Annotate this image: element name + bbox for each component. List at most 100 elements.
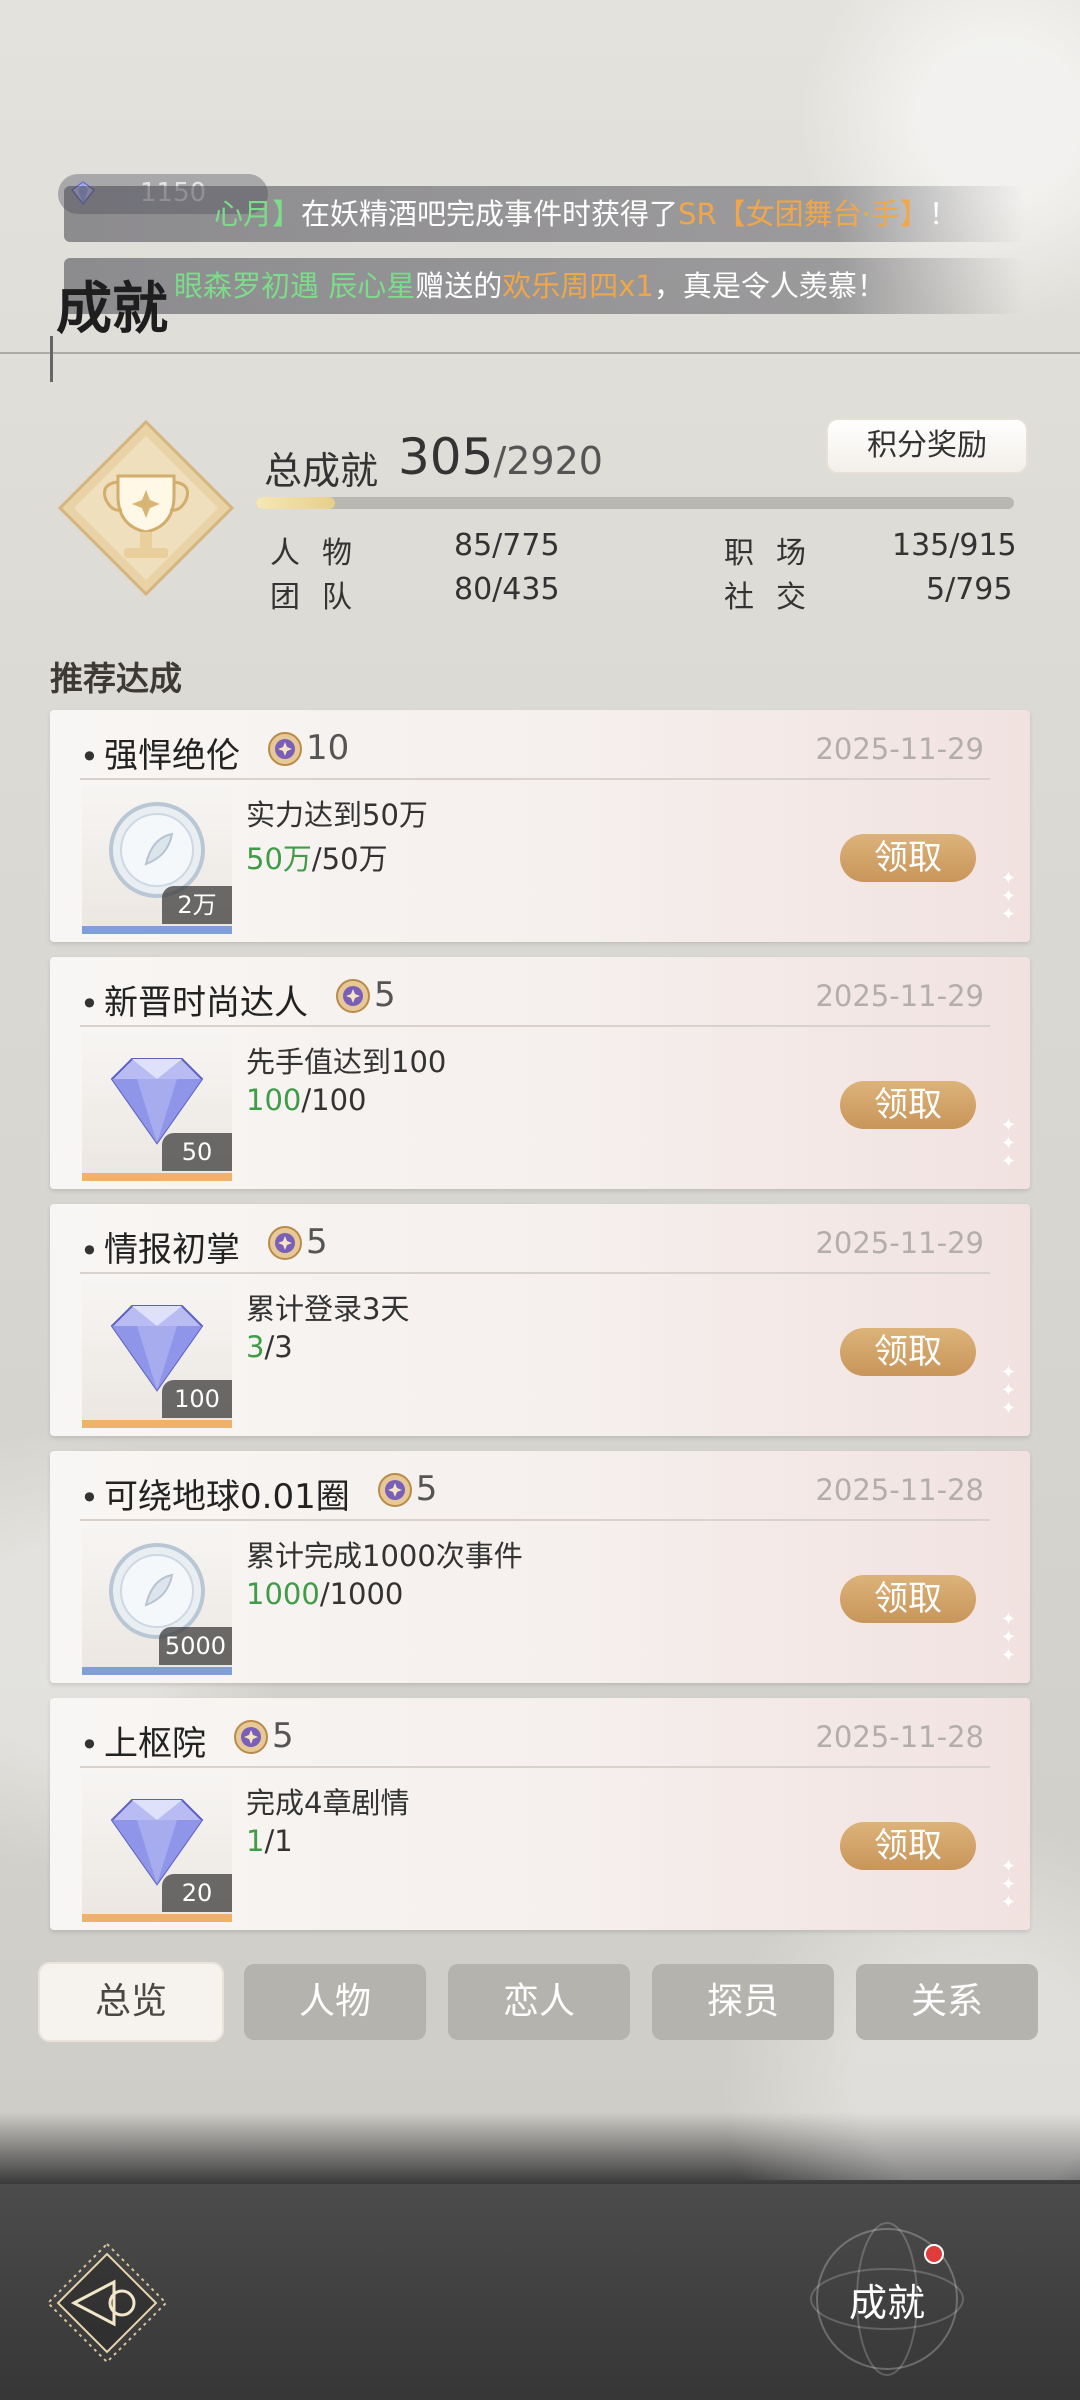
card-divider xyxy=(80,1519,990,1521)
reward-item: 5000 xyxy=(82,1525,232,1675)
achievement-description: 实力达到50万 xyxy=(246,798,428,832)
achievement-point-icon xyxy=(336,979,370,1013)
sparkle-decoration: ✦ ✦ ✦ xyxy=(1000,1115,1016,1172)
reward-item: 2万 xyxy=(82,784,232,934)
broadcast-ticker: 眼森罗初遇 辰心星赠送的欢乐周四x1，真是令人羡慕！ xyxy=(64,258,1024,314)
notification-dot xyxy=(924,2244,944,2264)
stat-value-workplace: 135/915 xyxy=(892,528,1017,563)
card-bullet: • xyxy=(80,1232,99,1270)
claim-button[interactable]: 领取 xyxy=(840,1822,976,1870)
achievement-card: • 强悍绝伦 10 2025-11-29 2万 实力达到50万 50万/50万 领取 ✦ ✦ ✦ xyxy=(50,710,1030,942)
reward-count: 20 xyxy=(162,1874,232,1912)
tab-lover[interactable]: 恋人 xyxy=(448,1964,630,2040)
achievement-date: 2025-11-29 xyxy=(815,979,984,1013)
ticker-player: 眼森罗初遇 辰心星 xyxy=(174,269,416,303)
header-divider xyxy=(0,352,1080,354)
ticker-suffix: ！ xyxy=(928,197,958,231)
rarity-stripe xyxy=(82,1667,232,1675)
sparkle-decoration: ✦ ✦ ✦ xyxy=(1000,868,1016,925)
broadcast-ticker: 心月】在妖精酒吧完成事件时获得了SR【女团舞台·手】！ xyxy=(64,186,1024,242)
progress-done: 50万 xyxy=(246,842,312,876)
achievement-name: 情报初掌 xyxy=(104,1230,240,1270)
total-achievement-label: 总成就 xyxy=(264,449,379,493)
achievement-progress: 50万/50万 xyxy=(246,836,388,878)
tab-overview[interactable]: 总览 xyxy=(40,1964,222,2040)
achievement-progress: 3/3 xyxy=(246,1330,293,1364)
achievement-card: • 情报初掌 5 2025-11-29 100 累计登录3天 3/3 领取 ✦ ✦ ✦ xyxy=(50,1204,1030,1436)
total-value: 305 xyxy=(398,428,494,486)
reward-count: 100 xyxy=(162,1380,232,1418)
card-divider xyxy=(80,1766,990,1768)
rarity-stripe xyxy=(82,1420,232,1428)
card-bullet: • xyxy=(80,1726,99,1764)
claim-button[interactable]: 领取 xyxy=(840,834,976,882)
achievement-card: • 新晋时尚达人 5 2025-11-29 50 先手值达到100 100/100 领取 ✦ ✦ ✦ xyxy=(50,957,1030,1189)
total-progress-fill xyxy=(256,497,335,509)
total-max: /2920 xyxy=(493,439,603,483)
card-divider xyxy=(80,1272,990,1274)
progress-done: 3 xyxy=(246,1330,265,1364)
tab-agent[interactable]: 探员 xyxy=(652,1964,834,2040)
ticker-suffix: ，真是令人羡慕！ xyxy=(653,269,886,303)
ticker-text: 赠送的 xyxy=(415,269,503,303)
achievement-nav-label: 成就 xyxy=(848,2281,925,2325)
card-bullet: • xyxy=(80,738,99,776)
achievement-points: 5 xyxy=(415,1469,438,1509)
achievement-progress: 1000/1000 xyxy=(246,1577,403,1611)
stat-value-person: 85/775 xyxy=(454,528,560,563)
achievement-date: 2025-11-29 xyxy=(815,1226,984,1260)
progress-total: /50万 xyxy=(311,842,388,876)
ticker-item: SR【女团舞台·手】 xyxy=(678,197,929,231)
total-progress-bar xyxy=(256,497,1014,509)
achievement-description: 累计完成1000次事件 xyxy=(246,1539,523,1573)
claim-button[interactable]: 领取 xyxy=(840,1575,976,1623)
tab-person[interactable]: 人物 xyxy=(244,1964,426,2040)
achievement-point-icon xyxy=(268,1226,302,1260)
stat-label-workplace: 职场 xyxy=(724,536,828,571)
achievement-point-icon xyxy=(234,1720,268,1754)
achievement-description: 完成4章剧情 xyxy=(246,1786,410,1820)
achievement-name: 上枢院 xyxy=(104,1724,206,1764)
ticker-player: 心月】 xyxy=(214,197,302,231)
progress-total: /3 xyxy=(264,1330,293,1364)
card-divider xyxy=(80,778,990,780)
page-title: 成就 xyxy=(56,277,168,342)
stat-label-team: 团队 xyxy=(270,580,374,615)
stat-value-social: 5/795 xyxy=(926,572,1013,607)
achievement-date: 2025-11-28 xyxy=(815,1720,984,1754)
progress-total: /1000 xyxy=(319,1577,404,1611)
back-button[interactable] xyxy=(44,2240,170,2366)
achievement-points: 5 xyxy=(306,1222,328,1262)
reward-item: 100 xyxy=(82,1278,232,1428)
progress-total: /1 xyxy=(264,1824,293,1858)
header-divider-tick xyxy=(50,336,53,382)
reward-item: 50 xyxy=(82,1031,232,1181)
achievement-description: 累计登录3天 xyxy=(246,1292,410,1326)
points-reward-button[interactable]: 积分奖励 xyxy=(826,418,1028,474)
reward-count: 5000 xyxy=(158,1627,232,1665)
achievement-date: 2025-11-28 xyxy=(815,1473,984,1507)
stat-label-person: 人物 xyxy=(270,536,374,571)
achievement-points: 10 xyxy=(306,728,350,768)
sparkle-decoration: ✦ ✦ ✦ xyxy=(1000,1609,1016,1666)
claim-button[interactable]: 领取 xyxy=(840,1081,976,1129)
stat-label-social: 社交 xyxy=(724,580,828,615)
achievement-name: 强悍绝伦 xyxy=(104,736,240,776)
achievement-description: 先手值达到100 xyxy=(246,1045,447,1079)
claim-button[interactable]: 领取 xyxy=(840,1328,976,1376)
rarity-stripe xyxy=(82,926,232,934)
achievement-point-icon xyxy=(268,732,302,766)
sparkle-decoration: ✦ ✦ ✦ xyxy=(1000,1856,1016,1913)
ticker-text: 在妖精酒吧完成事件时获得了 xyxy=(301,197,679,231)
progress-done: 1 xyxy=(246,1824,265,1858)
progress-done: 1000 xyxy=(246,1577,320,1611)
reward-count: 50 xyxy=(162,1133,232,1171)
rarity-stripe xyxy=(82,1173,232,1181)
achievement-date: 2025-11-29 xyxy=(815,732,984,766)
reward-item: 20 xyxy=(82,1772,232,1922)
achievement-card: • 可绕地球0.01圈 5 2025-11-28 5000 累计完成1000次事件 1000… xyxy=(50,1451,1030,1683)
trophy-icon xyxy=(57,419,235,597)
tab-relationship[interactable]: 关系 xyxy=(856,1964,1038,2040)
card-divider xyxy=(80,1025,990,1027)
total-achievement-value: 305/2920 xyxy=(398,428,603,486)
